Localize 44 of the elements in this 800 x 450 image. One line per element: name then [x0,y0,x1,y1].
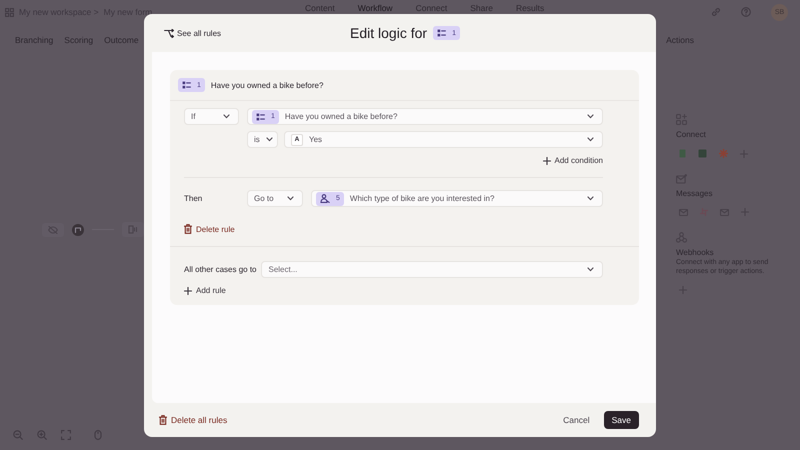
trash-icon [184,224,192,234]
grid-icon[interactable] [5,8,14,16]
question-title: Have you owned a bike before? [210,80,324,90]
chevron-down-icon [587,114,594,119]
chevron-down-icon [223,114,230,119]
modal-title: Edit logic for [350,25,428,41]
comparator-dropdown[interactable]: is [247,131,278,148]
see-all-rules-button[interactable]: See all rules [164,28,304,38]
branch-node-icon[interactable] [72,224,84,236]
link-icon[interactable] [711,7,721,17]
plus-icon [184,286,192,294]
save-button[interactable]: Save [604,411,639,429]
list-icon [182,81,191,89]
add-rule-button[interactable]: Add rule [184,286,226,295]
delete-rule-button[interactable]: Delete rule [184,224,235,234]
cancel-button[interactable]: Cancel [563,415,590,425]
fallback-dropdown[interactable]: Select... [261,261,603,278]
chevron-down-icon [587,137,594,142]
chevron-down-icon [266,137,273,142]
fallback-label: All other cases go to [184,265,256,274]
person-picture-icon [320,194,330,203]
zoom-out-icon[interactable] [13,430,23,440]
list-icon [437,29,446,37]
eye-off-icon[interactable] [42,222,64,236]
help-icon[interactable] [741,7,751,17]
spreadsheet-icon[interactable] [698,149,707,158]
action-dropdown[interactable]: Go to [247,190,303,207]
then-label: Then [184,194,204,203]
mouse-icon[interactable] [94,430,102,440]
list-icon [256,112,265,120]
sunburst-icon[interactable] [719,149,728,158]
trash-icon [159,415,167,425]
add-condition-button[interactable]: Add condition [542,156,603,165]
chevron-down-icon [587,196,594,201]
fullscreen-icon[interactable] [61,430,71,440]
delete-all-rules-button[interactable]: Delete all rules [159,415,228,425]
door-icon[interactable] [122,222,144,237]
zoom-in-icon[interactable] [37,430,47,440]
operator-dropdown[interactable]: If [184,108,239,125]
chevron-down-icon [287,196,294,201]
plus-icon [542,156,551,164]
branch-icon [164,28,174,38]
chevron-down-icon [587,267,594,272]
sheet-icon[interactable] [679,149,686,158]
